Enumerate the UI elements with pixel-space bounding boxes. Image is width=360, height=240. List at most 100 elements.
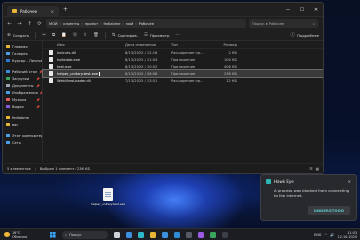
minimize-button[interactable]: — [281, 7, 295, 13]
widgets-icon[interactable] [126, 231, 132, 238]
file-explorer-window: Рабочее × + — ☐ ✕ ← → ↑ ⟳ МОЙ › клиенты … [2, 2, 324, 174]
breadcrumb-item[interactable]: мой [126, 22, 133, 26]
view-switcher: ☰ ▦ [309, 167, 319, 171]
sidebar-item-label: вас [12, 122, 19, 127]
more-options-icon[interactable]: ··· [175, 33, 179, 38]
view-button[interactable]: ☰ Просмотр [144, 33, 170, 38]
new-button[interactable]: ⊕ Создать [7, 33, 29, 38]
vscode-icon[interactable] [174, 231, 180, 238]
sidebar-item[interactable]: Музыка 📌 [3, 96, 42, 103]
understood-button[interactable]: UNDERSTOOD [308, 206, 350, 215]
sidebar-item[interactable]: Этот компьютер [3, 132, 42, 139]
file-size: 2 КБ [228, 50, 237, 55]
sidebar-item[interactable]: Видео 📌 [3, 103, 42, 110]
cut-icon[interactable]: ✂ [42, 33, 46, 38]
explorer-body: Главная Галерея Курсор - Личное Рабочий сто… [3, 41, 323, 162]
column-size[interactable]: Размер [213, 43, 237, 47]
column-headers: Имя Дата изменения Тип Размер [43, 41, 323, 49]
breadcrumb-item[interactable]: Рабочее [139, 22, 154, 26]
sidebar-item-label: fedlabme [12, 115, 29, 120]
desktop-file-icon[interactable]: helper_unitary.test.exe [91, 188, 125, 218]
breadcrumb-item[interactable]: проект [85, 22, 98, 26]
divider [104, 31, 106, 39]
language-indicator[interactable]: ENG [314, 233, 321, 237]
tiles-view-icon[interactable]: ▦ [316, 167, 319, 171]
folder-icon [6, 44, 10, 49]
rename-icon[interactable]: Ⓐ [73, 32, 78, 38]
notification-toast: Hawk Eye ✕ A process was blocked from co… [260, 174, 357, 221]
sidebar-item[interactable]: Загрузки 📌 [3, 75, 42, 82]
file-row[interactable]: hokkdab.exe 8/13/2025 / 11:54 Приложение 10… [43, 56, 323, 63]
search-icon: ⌕ [65, 232, 68, 237]
sidebar-item[interactable]: Главная [3, 43, 42, 50]
back-button[interactable]: ← [6, 21, 13, 27]
sort-button[interactable]: ⇅ Сортиров. [112, 33, 138, 38]
store-icon[interactable] [162, 231, 168, 238]
sidebar-item[interactable]: Изображения📌 [3, 89, 42, 96]
column-name[interactable]: Имя [57, 43, 125, 47]
window-controls: — ☐ ✕ [281, 7, 323, 13]
sidebar-item-label: Этот компьютер [12, 133, 42, 138]
task-view-icon[interactable] [114, 231, 120, 238]
volume-icon[interactable]: 🔊 [330, 233, 334, 237]
tab-working[interactable]: Рабочее × [7, 5, 59, 17]
windows-start-icon[interactable] [50, 231, 56, 238]
info-icon: ⓘ [290, 33, 295, 38]
file-size: 406 КБ [223, 64, 237, 69]
sidebar-item[interactable]: fedlabme [3, 114, 42, 121]
taskbar-search[interactable]: ⌕ Пошук [62, 230, 108, 239]
up-button[interactable]: ↑ [26, 21, 33, 27]
weather-widget[interactable]: 16°C Облачно [0, 231, 27, 239]
sidebar-item[interactable]: Рабочий стол📌 [3, 68, 42, 75]
new-tab-button[interactable]: + [63, 6, 68, 13]
sidebar-item[interactable]: Галерея [3, 50, 42, 57]
copy-icon[interactable]: ⧉ [52, 32, 55, 38]
app-green-icon[interactable] [210, 231, 216, 238]
sidebar-item[interactable]: Сеть [3, 139, 42, 146]
file-icon [49, 50, 53, 55]
file-row[interactable]: hotcuts.dll 8/13/2025 / 12:16 Расширение п… [43, 49, 323, 56]
visual-studio-icon[interactable] [198, 231, 204, 238]
maximize-button[interactable]: ☐ [295, 7, 309, 13]
app-dark-icon[interactable] [222, 231, 228, 238]
folder-icon [6, 104, 10, 109]
breadcrumb-item[interactable]: МОЙ [49, 22, 58, 26]
file-date: 8/13/2025 / 10:02 [125, 64, 158, 69]
folder-icon [6, 76, 10, 81]
file-explorer-icon[interactable] [150, 231, 156, 238]
forward-button[interactable]: → [16, 21, 23, 27]
column-date[interactable]: Дата изменения [125, 43, 171, 47]
tab-close-icon[interactable]: × [51, 9, 54, 14]
file-size: 104 КБ [223, 57, 237, 62]
sidebar-item-label: Главная [12, 44, 28, 49]
sidebar-item[interactable]: Курсор - Личное [3, 57, 42, 64]
address-bar[interactable]: МОЙ › клиенты › проект › fedlabme › мой … [46, 19, 246, 28]
search-input[interactable]: Пошук в Рабочее ⌕ [249, 19, 318, 28]
navigation-pane: Главная Галерея Курсор - Личное Рабочий сто… [3, 41, 43, 162]
file-icon [49, 78, 53, 83]
details-button[interactable]: ⓘ Подробнее [290, 32, 319, 39]
navigation-bar: ← → ↑ ⟳ МОЙ › клиенты › проект › fedlabm… [3, 17, 323, 30]
file-type: Расширение пр... [171, 50, 204, 55]
close-window-button[interactable]: ✕ [309, 7, 323, 13]
paste-icon[interactable]: 📋 [61, 33, 67, 38]
file-row[interactable]: WebViewLoader.dll 7/13/2025 / 13:51 Расшир… [43, 77, 323, 84]
file-row[interactable]: helper_unitary.test.exe 8/13/2025 / 08:08… [42, 69, 323, 78]
details-view-icon[interactable]: ☰ [309, 167, 312, 171]
column-type[interactable]: Тип [171, 43, 213, 47]
sidebar-item[interactable]: вас [3, 121, 42, 128]
clock[interactable]: 11:03 12.10.2025 [338, 231, 357, 239]
close-icon[interactable]: ✕ [348, 179, 351, 184]
file-row[interactable]: test.exe 8/13/2025 / 10:02 Приложение 406 К… [43, 63, 323, 70]
breadcrumb-item[interactable]: fedlabme [104, 22, 121, 26]
delete-icon[interactable]: 🗑 [93, 33, 99, 38]
breadcrumb-item[interactable]: клиенты [63, 22, 79, 26]
terminal-icon[interactable] [186, 231, 192, 238]
refresh-button[interactable]: ⟳ [36, 21, 43, 27]
sidebar-item[interactable]: Документы 📌 [3, 82, 42, 89]
folder-icon [6, 122, 10, 127]
edge-icon[interactable] [138, 231, 144, 238]
share-icon[interactable]: ⇪ [83, 33, 87, 38]
network-icon[interactable]: ◠ [324, 233, 327, 237]
folder-icon [6, 51, 10, 56]
